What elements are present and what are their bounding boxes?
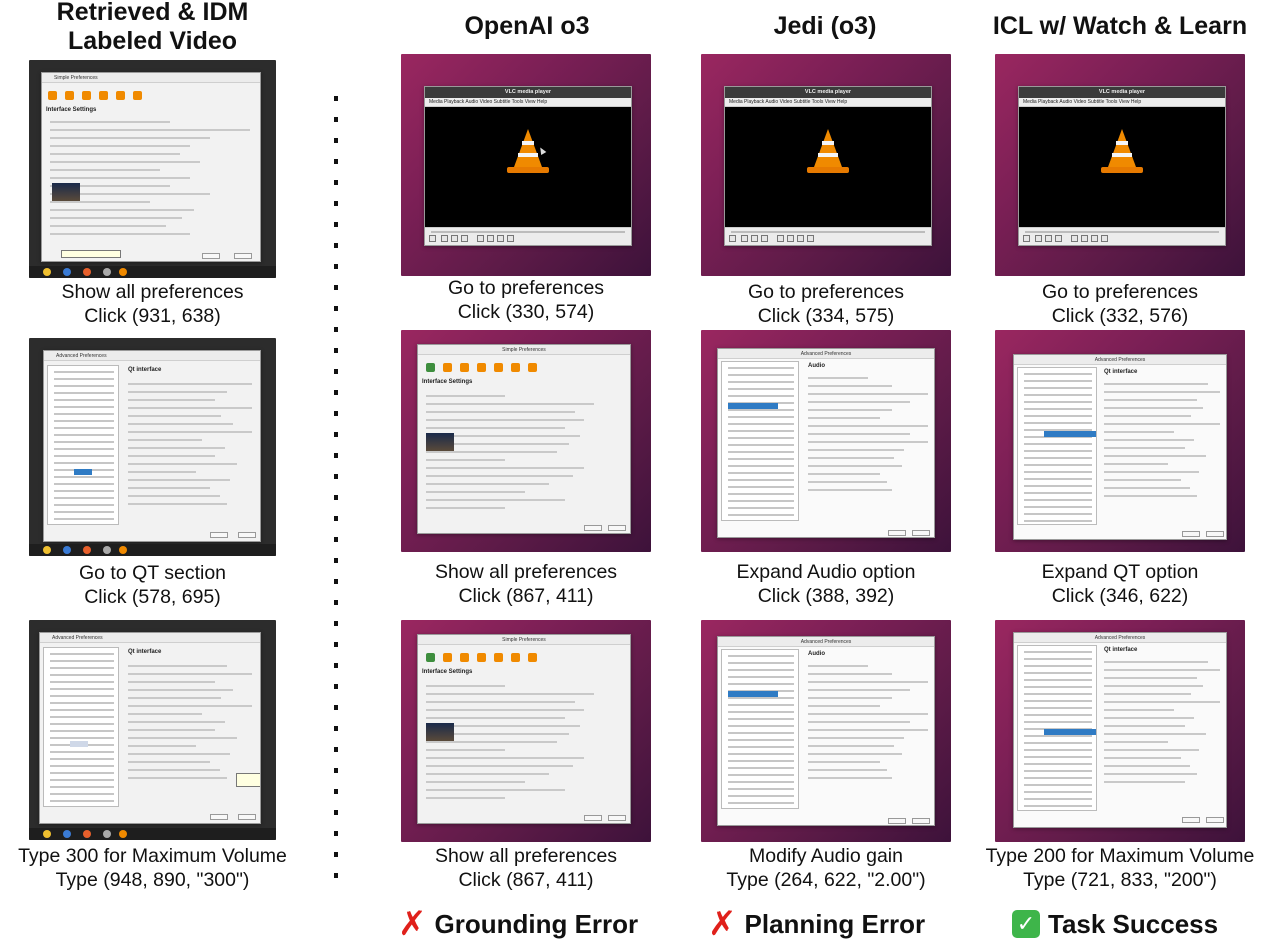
verdict-openai: ✗ Grounding Error [398, 905, 639, 943]
step-label: Show all preferences [434, 561, 618, 583]
qt-interface-heading: Qt interface [1104, 369, 1138, 375]
cross-mark-icon: ✗ [708, 905, 737, 943]
action-label: Type (264, 622, "2.00") [726, 869, 926, 891]
step-label: Go to QT section [78, 562, 227, 584]
screenshot-openai-row3: Simple Preferences Interface Settings [401, 620, 651, 842]
action-label: Click (931, 638) [84, 305, 221, 327]
caption-openai-row3: Show all preferences Click (867, 411) [376, 844, 676, 892]
action-label: Click (334, 575) [757, 305, 895, 327]
step-label: Go to preferences [447, 277, 605, 299]
column-title-line: Jedi (o3) [773, 12, 877, 40]
column-title-line: Retrieved & IDM [56, 0, 249, 26]
window-title: Advanced Preferences [44, 351, 260, 361]
window-title: Advanced Preferences [718, 637, 934, 647]
verdict-label: Task Success [1048, 909, 1219, 939]
caption-jedi-row3: Modify Audio gain Type (264, 622, "2.00"… [676, 844, 976, 892]
action-label: Type (721, 833, "200") [1023, 869, 1217, 891]
action-label: Click (578, 695) [84, 586, 221, 608]
vlc-window-title: VLC media player [725, 87, 931, 98]
screenshot-jedi-row3: Advanced Preferences Audio [701, 620, 951, 842]
check-mark-icon: ✓ [1012, 910, 1040, 938]
action-label: Click (388, 392) [757, 585, 895, 607]
caption-retrieved-row3: Type 300 for Maximum Volume Type (948, 8… [0, 844, 305, 892]
window-title: Advanced Preferences [1014, 633, 1226, 643]
column-title-icl: ICL w/ Watch & Learn [980, 12, 1260, 41]
vlc-window-title: VLC media player [425, 87, 631, 98]
screenshot-retrieved-row2: Advanced Preferences Qt interface [29, 338, 276, 556]
verdict-jedi: ✗ Planning Error [708, 905, 926, 943]
verdict-label: Grounding Error [434, 909, 639, 939]
audio-heading: Audio [808, 651, 825, 657]
step-label: Type 300 for Maximum Volume [18, 845, 287, 867]
caption-jedi-row1: Go to preferences Click (334, 575) [676, 280, 976, 328]
qt-interface-heading: Qt interface [1104, 647, 1138, 653]
vlc-menu-bar: Media Playback Audio Video Subtitle Tool… [1019, 98, 1225, 107]
screenshot-jedi-row1: VLC media player Media Playback Audio Vi… [701, 54, 951, 276]
step-label: Go to preferences [1041, 281, 1199, 303]
verdict-icl: ✓ Task Success [1012, 908, 1218, 940]
cross-mark-icon: ✗ [398, 905, 427, 943]
window-title: Advanced Preferences [1014, 355, 1226, 365]
caption-jedi-row2: Expand Audio option Click (388, 392) [676, 560, 976, 608]
column-title-line: ICL w/ Watch & Learn [992, 12, 1248, 40]
screenshot-retrieved-row1: Simple Preferences Interface Settings [29, 60, 276, 278]
column-title-retrieved: Retrieved & IDM Labeled Video [30, 0, 275, 56]
caption-icl-row3: Type 200 for Maximum Volume Type (721, 8… [960, 844, 1280, 892]
action-label: Click (332, 576) [1051, 305, 1189, 327]
vlc-cone-icon [1100, 129, 1144, 175]
step-label: Go to preferences [747, 281, 905, 303]
column-title-openai-o3: OpenAI o3 [402, 12, 652, 41]
action-label: Click (867, 411) [458, 585, 594, 607]
audio-heading: Audio [808, 363, 825, 369]
vlc-cone-icon [806, 129, 850, 175]
action-label: Click (330, 574) [457, 301, 595, 323]
interface-settings-heading: Interface Settings [46, 107, 97, 113]
interface-settings-heading: Interface Settings [422, 379, 473, 385]
screenshot-icl-row3: Advanced Preferences Qt interface [995, 620, 1245, 842]
caption-icl-row2: Expand QT option Click (346, 622) [970, 560, 1270, 608]
window-title: Simple Preferences [42, 73, 260, 83]
caption-retrieved-row1: Show all preferences Click (931, 638) [0, 280, 305, 328]
action-label: Click (346, 622) [1051, 585, 1189, 607]
step-label: Modify Audio gain [749, 845, 903, 867]
screenshot-icl-row1: VLC media player Media Playback Audio Vi… [995, 54, 1245, 276]
caption-openai-row1: Go to preferences Click (330, 574) [376, 276, 676, 324]
step-label: Type 200 for Maximum Volume [985, 845, 1255, 867]
qt-interface-heading: Qt interface [128, 649, 162, 655]
window-title: Simple Preferences [418, 345, 630, 355]
vlc-menu-bar: Media Playback Audio Video Subtitle Tool… [425, 98, 631, 107]
column-title-line: OpenAI o3 [464, 12, 590, 40]
column-title-line: Labeled Video [67, 27, 238, 55]
vlc-menu-bar: Media Playback Audio Video Subtitle Tool… [725, 98, 931, 107]
screenshot-icl-row2: Advanced Preferences Qt interface [995, 330, 1245, 552]
window-title: Advanced Preferences [40, 633, 260, 643]
caption-openai-row2: Show all preferences Click (867, 411) [376, 560, 676, 608]
action-label: Click (867, 411) [458, 869, 594, 891]
column-title-jedi: Jedi (o3) [700, 12, 950, 41]
screenshot-openai-row2: Simple Preferences Interface Settings [401, 330, 651, 552]
qt-interface-heading: Qt interface [128, 367, 162, 373]
step-label: Show all preferences [434, 845, 618, 867]
verdict-label: Planning Error [744, 909, 926, 939]
column-divider [334, 96, 338, 896]
interface-settings-heading: Interface Settings [422, 669, 473, 675]
screenshot-retrieved-row3: Advanced Preferences Qt interface [29, 620, 276, 840]
action-label: Type (948, 890, "300") [55, 869, 250, 891]
caption-retrieved-row2: Go to QT section Click (578, 695) [0, 561, 305, 609]
step-label: Expand QT option [1041, 561, 1199, 583]
window-title: Simple Preferences [418, 635, 630, 645]
window-title: Advanced Preferences [718, 349, 934, 359]
vlc-window-title: VLC media player [1019, 87, 1225, 98]
screenshot-openai-row1: VLC media player Media Playback Audio Vi… [401, 54, 651, 276]
step-label: Show all preferences [61, 281, 244, 303]
caption-icl-row1: Go to preferences Click (332, 576) [970, 280, 1270, 328]
step-label: Expand Audio option [736, 561, 916, 583]
screenshot-jedi-row2: Advanced Preferences Audio [701, 330, 951, 552]
